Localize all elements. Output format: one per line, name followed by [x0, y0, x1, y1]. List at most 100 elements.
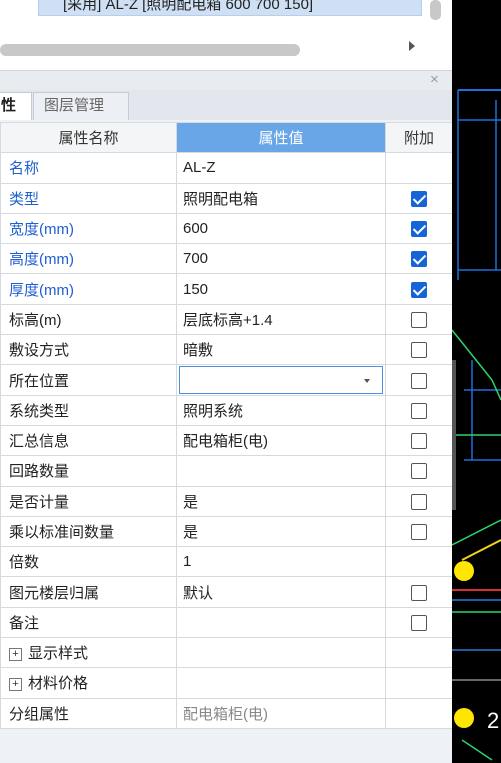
- extra-cell: [385, 515, 453, 548]
- property-value[interactable]: 150: [176, 273, 386, 305]
- expand-plus-icon[interactable]: +: [9, 678, 22, 692]
- extra-checkbox[interactable]: [411, 311, 427, 328]
- table-row-group-material-price[interactable]: + 材料价格: [0, 667, 453, 699]
- property-name: 回路数量: [0, 455, 177, 487]
- property-value: [176, 637, 386, 669]
- property-name: 分组属性: [0, 697, 177, 729]
- extra-cell: [385, 394, 453, 426]
- extra-cell: [385, 334, 453, 366]
- property-value[interactable]: 是: [176, 515, 386, 548]
- property-name: 图元楼层归属: [0, 576, 177, 608]
- expand-plus-icon[interactable]: +: [9, 647, 22, 661]
- extra-cell: [385, 576, 453, 608]
- tab-properties[interactable]: 性: [0, 92, 32, 120]
- dropdown-arrow-icon[interactable]: [364, 379, 370, 384]
- property-value[interactable]: [176, 455, 386, 487]
- property-value[interactable]: 默认: [176, 576, 386, 608]
- property-value-cell: [176, 364, 386, 396]
- horizontal-scrollbar-thumb[interactable]: [0, 44, 300, 56]
- property-name: 宽度(mm): [0, 212, 177, 245]
- column-header-extra[interactable]: 附加: [385, 121, 453, 154]
- table-row[interactable]: 系统类型 照明系统: [0, 394, 453, 426]
- extra-cell: [385, 182, 453, 214]
- selected-component-label: [采用] AL-Z [照明配电箱 600 700 150]: [63, 0, 314, 13]
- table-row[interactable]: 类型 照明配电箱: [0, 182, 453, 214]
- extra-cell: [385, 303, 453, 336]
- table-row[interactable]: 备注: [0, 606, 453, 639]
- property-name: 备注: [0, 606, 177, 639]
- table-row[interactable]: 倍数 1: [0, 546, 453, 578]
- extra-checkbox[interactable]: [411, 402, 427, 419]
- table-row[interactable]: 厚度(mm) 150: [0, 273, 453, 305]
- table-row[interactable]: 名称 AL-Z: [0, 152, 453, 184]
- extra-cell: [385, 697, 453, 729]
- group-name-cell: + 材料价格: [0, 667, 177, 699]
- property-value[interactable]: 层底标高+1.4: [176, 303, 386, 336]
- table-row[interactable]: 分组属性 配电箱柜(电): [0, 697, 453, 729]
- extra-cell: [385, 546, 453, 578]
- cad-text-label: 2: [487, 708, 500, 733]
- extra-cell: [385, 273, 453, 305]
- table-row[interactable]: 汇总信息 配电箱柜(电): [0, 424, 453, 457]
- group-label: 显示样式: [28, 645, 89, 663]
- table-row[interactable]: 敷设方式 暗敷: [0, 334, 453, 366]
- location-dropdown[interactable]: [179, 366, 383, 395]
- component-list: [采用] AL-Z [照明配电箱 600 700 150]: [0, 0, 452, 70]
- extra-checkbox[interactable]: [411, 463, 427, 480]
- extra-checkbox[interactable]: [411, 342, 427, 359]
- property-value[interactable]: 1: [176, 546, 386, 578]
- extra-checkbox[interactable]: [411, 584, 427, 601]
- close-icon[interactable]: ×: [430, 71, 439, 89]
- extra-checkbox-checked[interactable]: [411, 221, 427, 238]
- tab-layer-management[interactable]: 图层管理: [33, 92, 129, 120]
- property-name: 所在位置: [0, 364, 177, 396]
- table-row[interactable]: 是否计量 是: [0, 485, 453, 517]
- property-value[interactable]: 是: [176, 485, 386, 517]
- property-value[interactable]: 600: [176, 212, 386, 245]
- group-name-cell: + 显示样式: [0, 637, 177, 669]
- table-row[interactable]: 回路数量: [0, 455, 453, 487]
- extra-cell: [385, 637, 453, 669]
- property-name: 是否计量: [0, 485, 177, 517]
- property-value[interactable]: 暗敷: [176, 334, 386, 366]
- property-name: 系统类型: [0, 394, 177, 426]
- extra-checkbox-checked[interactable]: [411, 190, 427, 207]
- extra-checkbox[interactable]: [411, 493, 427, 510]
- panel-tabs: 性 图层管理: [0, 90, 452, 120]
- property-value[interactable]: 照明系统: [176, 394, 386, 426]
- table-row[interactable]: 所在位置: [0, 364, 453, 396]
- table-row[interactable]: 标高(m) 层底标高+1.4: [0, 303, 453, 336]
- extra-checkbox-checked[interactable]: [411, 251, 427, 268]
- extra-cell: [385, 667, 453, 699]
- table-row[interactable]: 图元楼层归属 默认: [0, 576, 453, 608]
- table-row[interactable]: 宽度(mm) 600: [0, 212, 453, 245]
- extra-checkbox[interactable]: [411, 614, 427, 631]
- property-value[interactable]: 照明配电箱: [176, 182, 386, 214]
- column-header-value[interactable]: 属性值: [176, 121, 386, 154]
- table-row[interactable]: 高度(mm) 700: [0, 243, 453, 275]
- property-value: 配电箱柜(电): [176, 697, 386, 729]
- property-value[interactable]: AL-Z: [176, 152, 386, 184]
- property-value[interactable]: 700: [176, 243, 386, 275]
- extra-checkbox[interactable]: [411, 372, 427, 389]
- selected-component-item[interactable]: [采用] AL-Z [照明配电箱 600 700 150]: [38, 0, 422, 16]
- property-name: 类型: [0, 182, 177, 214]
- scroll-right-arrow-icon[interactable]: [409, 41, 415, 51]
- group-label: 材料价格: [28, 675, 89, 693]
- table-row[interactable]: 乘以标准间数量 是: [0, 515, 453, 548]
- column-header-name[interactable]: 属性名称: [0, 121, 177, 154]
- table-row-group-display-style[interactable]: + 显示样式: [0, 637, 453, 669]
- property-name: 乘以标准间数量: [0, 515, 177, 548]
- extra-checkbox[interactable]: [411, 524, 427, 541]
- property-value[interactable]: 配电箱柜(电): [176, 424, 386, 457]
- vertical-scrollbar-thumb[interactable]: [430, 0, 441, 20]
- extra-cell: [385, 485, 453, 517]
- property-name: 名称: [0, 152, 177, 184]
- extra-checkbox-checked[interactable]: [411, 281, 427, 298]
- property-name: 汇总信息: [0, 424, 177, 457]
- property-value[interactable]: [176, 606, 386, 639]
- extra-cell: [385, 606, 453, 639]
- cad-drawing-canvas[interactable]: 2: [452, 0, 501, 763]
- extra-checkbox[interactable]: [411, 433, 427, 450]
- extra-cell: [385, 424, 453, 457]
